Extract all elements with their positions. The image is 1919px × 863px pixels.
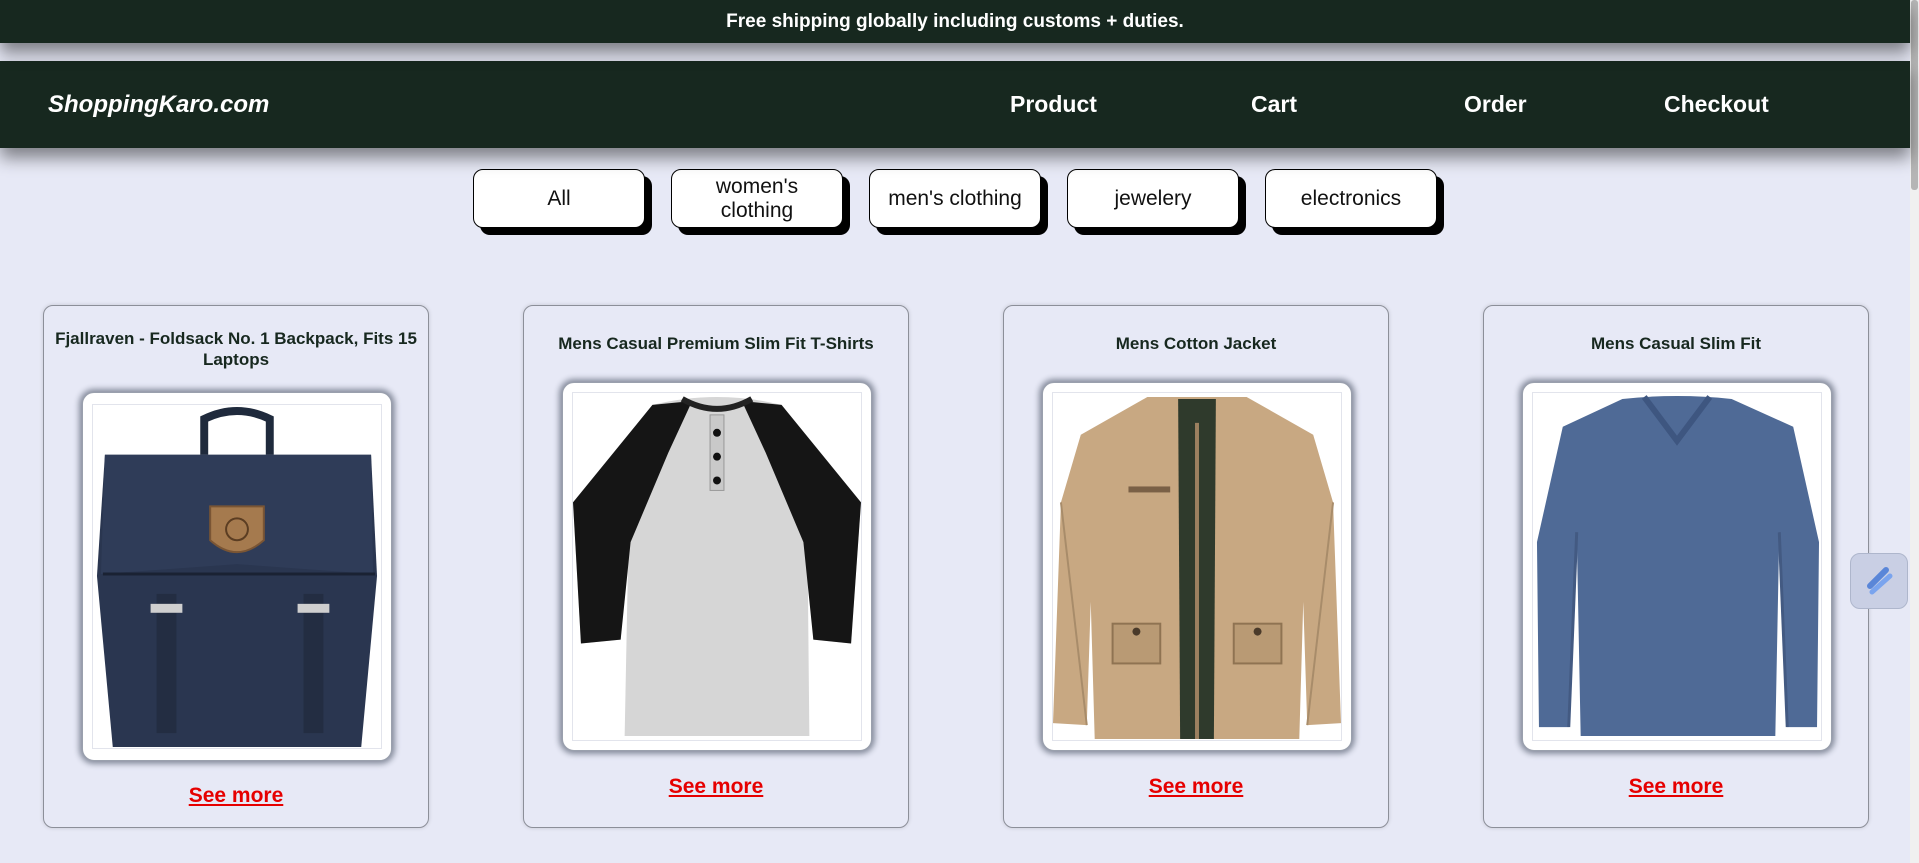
- see-more-link[interactable]: See more: [1004, 775, 1388, 799]
- see-more-link[interactable]: See more: [524, 775, 908, 799]
- product-image-frame[interactable]: [562, 382, 872, 751]
- page: Free shipping globally including customs…: [0, 0, 1919, 863]
- site-logo[interactable]: ShoppingKaro.com: [48, 91, 269, 119]
- scrollbar-thumb[interactable]: [1911, 0, 1918, 190]
- product-image-frame[interactable]: [82, 392, 392, 761]
- see-more-link[interactable]: See more: [44, 784, 428, 808]
- product-title: Mens Casual Premium Slim Fit T-Shirts: [558, 334, 874, 353]
- filter-mens-clothing-button[interactable]: men's clothing: [869, 169, 1041, 228]
- floating-action-button[interactable]: [1850, 553, 1908, 609]
- nav-cart[interactable]: Cart: [1251, 91, 1297, 118]
- product-card: Fjallraven - Foldsack No. 1 Backpack, Fi…: [43, 305, 429, 828]
- filter-all-button[interactable]: All: [473, 169, 645, 228]
- nav-order[interactable]: Order: [1464, 91, 1527, 118]
- see-more-link[interactable]: See more: [1484, 775, 1868, 799]
- product-card: Mens Casual Slim Fit See more: [1483, 305, 1869, 828]
- tshirt-image: [572, 392, 862, 741]
- product-title: Mens Casual Slim Fit: [1590, 334, 1762, 353]
- backpack-image: [92, 404, 382, 749]
- filter-jewelery-button[interactable]: jewelery: [1067, 169, 1239, 228]
- navbar: ShoppingKaro.com Product Cart Order Chec…: [0, 61, 1910, 148]
- product-image-frame[interactable]: [1522, 382, 1832, 751]
- jacket-image: [1052, 392, 1342, 741]
- swirl-icon: [1862, 562, 1896, 601]
- filter-electronics-button[interactable]: electronics: [1265, 169, 1437, 228]
- product-title: Mens Cotton Jacket: [1115, 334, 1277, 353]
- vertical-scrollbar[interactable]: [1910, 0, 1919, 863]
- announcement-text: Free shipping globally including customs…: [726, 10, 1184, 32]
- product-title: Fjallraven - Foldsack No. 1 Backpack, Fi…: [55, 329, 417, 369]
- nav-checkout[interactable]: Checkout: [1664, 91, 1769, 118]
- announcement-bar: Free shipping globally including customs…: [0, 0, 1910, 43]
- category-filters: All women's clothing men's clothing jewe…: [0, 169, 1910, 233]
- nav-product[interactable]: Product: [1010, 91, 1097, 118]
- longsleeve-image: [1532, 392, 1822, 741]
- product-card: Mens Casual Premium Slim Fit T-Shirts Se…: [523, 305, 909, 828]
- product-card: Mens Cotton Jacket See more: [1003, 305, 1389, 828]
- product-image-frame[interactable]: [1042, 382, 1352, 751]
- filter-womens-clothing-button[interactable]: women's clothing: [671, 169, 843, 228]
